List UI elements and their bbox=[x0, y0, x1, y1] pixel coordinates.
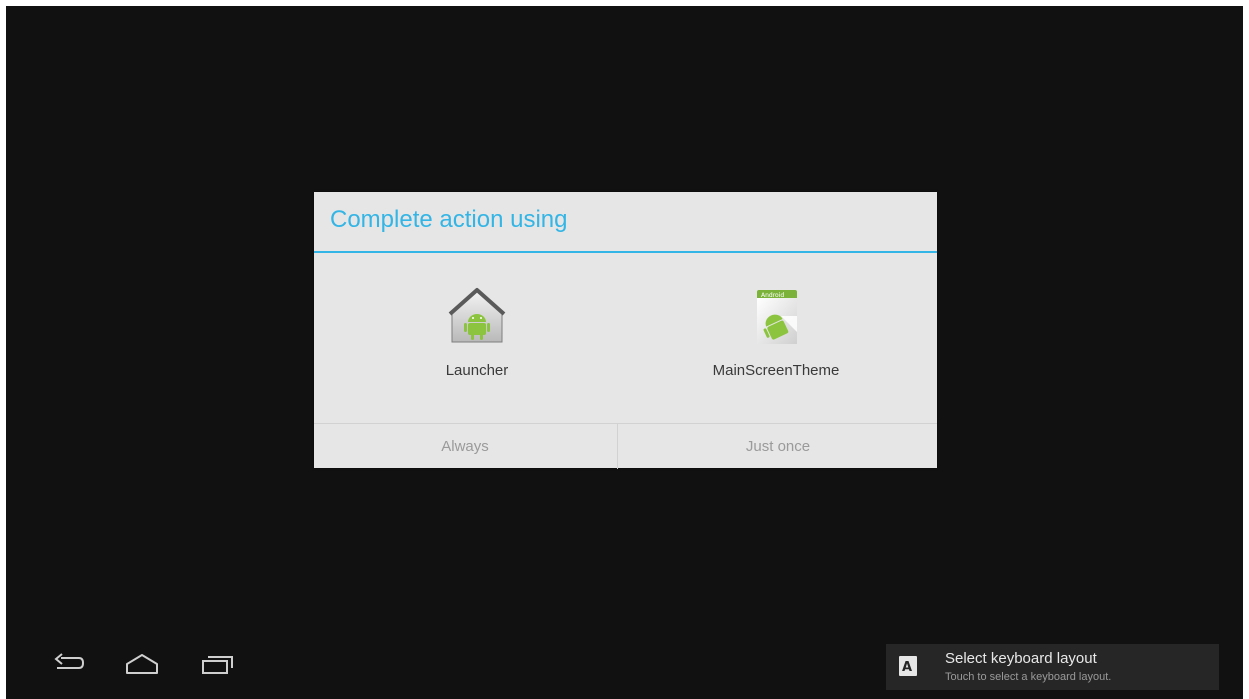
recents-icon bbox=[202, 656, 233, 674]
screen: Complete action using Launcher Android M… bbox=[0, 0, 1249, 699]
dialog-title: Complete action using bbox=[330, 206, 568, 233]
android-theme-icon: Android bbox=[757, 290, 797, 344]
notification-subtitle: Touch to select a keyboard layout. bbox=[945, 671, 1112, 683]
option-mainscreentheme[interactable]: Android MainScreenTheme bbox=[616, 286, 936, 396]
keyboard-layout-icon: A bbox=[899, 656, 917, 676]
always-button[interactable]: Always bbox=[314, 424, 616, 469]
back-button[interactable] bbox=[52, 650, 86, 678]
keyboard-layout-notification[interactable]: A Select keyboard layout Touch to select… bbox=[886, 644, 1219, 690]
home-icon bbox=[126, 654, 158, 674]
dialog-button-bar: Always Just once bbox=[314, 423, 937, 469]
back-icon bbox=[54, 653, 85, 669]
option-label: Launcher bbox=[445, 362, 509, 379]
notification-title: Select keyboard layout bbox=[945, 650, 1097, 667]
icon-text: Android bbox=[761, 292, 784, 299]
recents-button[interactable] bbox=[200, 650, 236, 678]
just-once-button[interactable]: Just once bbox=[617, 424, 938, 469]
title-divider bbox=[314, 251, 937, 253]
icon-letter: A bbox=[902, 660, 912, 675]
launcher-icon bbox=[448, 288, 506, 343]
complete-action-dialog: Complete action using Launcher Android M… bbox=[314, 192, 937, 469]
option-label: MainScreenTheme bbox=[712, 362, 840, 379]
option-launcher[interactable]: Launcher bbox=[322, 286, 632, 396]
home-button[interactable] bbox=[124, 650, 160, 678]
